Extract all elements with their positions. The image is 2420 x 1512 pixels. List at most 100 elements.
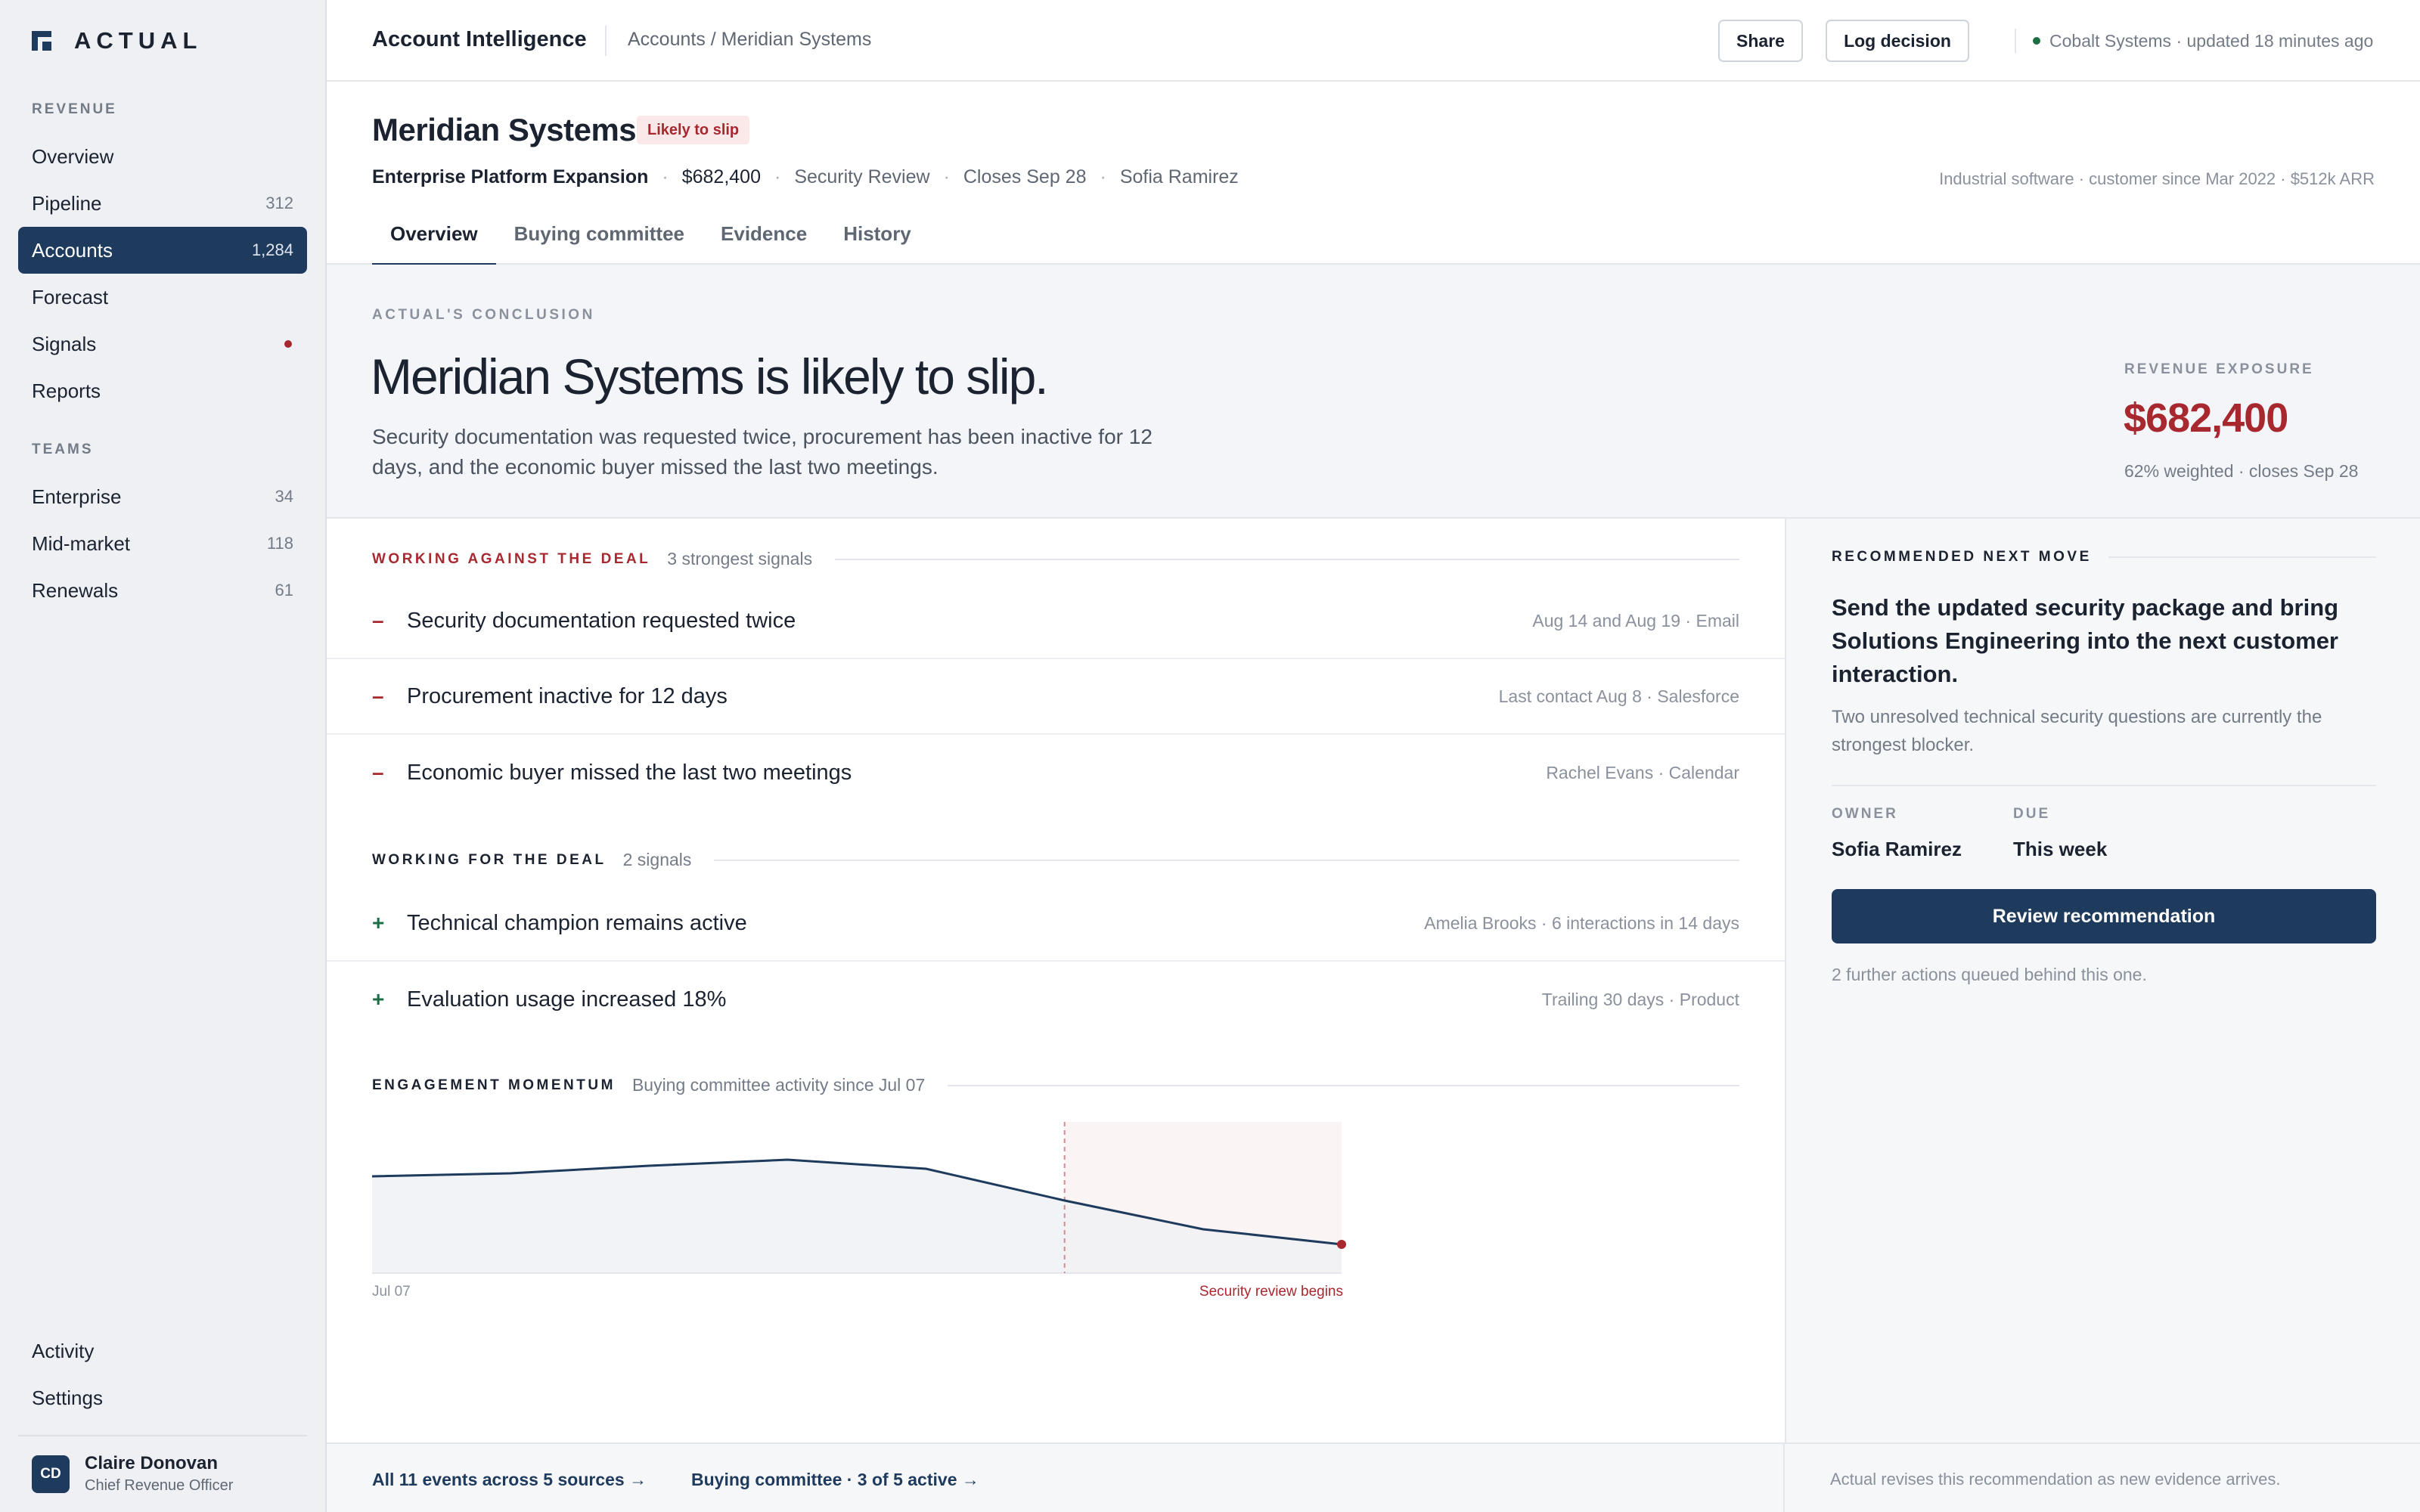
- recommendation-divider: [1832, 785, 2376, 786]
- signal-row[interactable]: + Evaluation usage increased 18% Trailin…: [327, 962, 1785, 1037]
- footer-divider: [1783, 1444, 1785, 1512]
- user-name: Claire Donovan: [85, 1453, 219, 1473]
- signal-text: Evaluation usage increased 18%: [407, 987, 727, 1012]
- recommendation-description: Two unresolved technical security questi…: [1832, 707, 2322, 755]
- owner-value: Sofia Ramirez: [1832, 838, 1962, 860]
- deal-owner: Sofia Ramirez: [1119, 166, 1239, 187]
- breadcrumb[interactable]: Accounts / Meridian Systems: [628, 29, 871, 51]
- engagement-chart: Jul 07 Security review begins: [371, 1122, 1355, 1303]
- sidebar-item-signals[interactable]: Signals: [18, 321, 307, 367]
- exposure-value: $682,400: [2124, 395, 2288, 441]
- footer: All 11 events across 5 sources → Buying …: [327, 1442, 2420, 1512]
- tab-history[interactable]: History: [825, 222, 929, 265]
- due-field: DUE This week: [2013, 806, 2107, 861]
- minus-icon: –: [372, 761, 384, 784]
- for-section-header: WORKING FOR THE DEAL 2 signals: [372, 850, 1739, 870]
- title-divider: [605, 26, 607, 56]
- account-header: Meridian Systems Likely to slip Enterpri…: [327, 82, 2420, 266]
- sidebar-item-overview[interactable]: Overview: [18, 133, 307, 180]
- sidebar-item-activity[interactable]: Activity: [18, 1328, 307, 1374]
- sync-status-text: Cobalt Systems · updated 18 minutes ago: [2049, 30, 2374, 51]
- sidebar-divider: [18, 1435, 307, 1436]
- sidebar-item-label: Overview: [32, 144, 114, 168]
- sidebar-item-label: Renewals: [32, 578, 119, 602]
- all-events-link[interactable]: All 11 events across 5 sources →: [372, 1470, 647, 1490]
- brand-name: ACTUAL: [74, 27, 203, 54]
- recommendation-header: RECOMMENDED NEXT MOVE: [1832, 549, 2376, 565]
- signals-main: WORKING AGAINST THE DEAL 3 strongest sig…: [327, 519, 1785, 1442]
- footer-note: Actual revises this recommendation as ne…: [1830, 1470, 2281, 1489]
- sidebar-item-forecast[interactable]: Forecast: [18, 274, 307, 321]
- signal-row[interactable]: – Security documentation requested twice…: [327, 584, 1785, 659]
- signal-row[interactable]: – Economic buyer missed the last two mee…: [327, 735, 1785, 810]
- momentum-title: ENGAGEMENT MOMENTUM: [372, 1077, 616, 1093]
- against-subtitle: 3 strongest signals: [667, 549, 813, 569]
- sidebar-item-label: Enterprise: [32, 485, 122, 508]
- for-title: WORKING FOR THE DEAL: [372, 851, 607, 868]
- buying-committee-link[interactable]: Buying committee · 3 of 5 active →: [691, 1470, 979, 1490]
- conclusion-panel: ACTUAL'S CONCLUSION Meridian Systems is …: [327, 265, 2420, 519]
- conclusion-eyebrow: ACTUAL'S CONCLUSION: [372, 307, 595, 323]
- signal-source: Last contact Aug 8 · Salesforce: [1498, 686, 1739, 706]
- sync-status: Cobalt Systems · updated 18 minutes ago: [2015, 29, 2373, 53]
- sidebar-item-accounts[interactable]: Accounts 1,284: [18, 227, 307, 274]
- signal-source: Rachel Evans · Calendar: [1546, 762, 1739, 782]
- chart-end-point: [1337, 1240, 1346, 1249]
- sidebar-item-pipeline[interactable]: Pipeline 312: [18, 180, 307, 227]
- deal-name: Enterprise Platform Expansion: [372, 166, 649, 187]
- user-role: Chief Revenue Officer: [85, 1477, 234, 1494]
- chart-event-label: Security review begins: [1199, 1284, 1343, 1300]
- account-tabs: Overview Buying committee Evidence Histo…: [372, 222, 929, 266]
- engagement-chart-svg: [371, 1122, 1346, 1274]
- user-profile[interactable]: CD Claire Donovan Chief Revenue Officer: [32, 1453, 233, 1495]
- momentum-subtitle: Buying committee activity since Jul 07: [631, 1075, 926, 1095]
- sidebar-item-count: 1,284: [251, 240, 293, 259]
- deal-stage: Security Review: [794, 166, 930, 187]
- tab-evidence[interactable]: Evidence: [703, 222, 825, 265]
- brand[interactable]: ACTUAL: [32, 27, 202, 54]
- account-name: Meridian Systems: [372, 112, 637, 147]
- deal-amount: $682,400: [681, 166, 761, 187]
- for-subtitle: 2 signals: [622, 850, 692, 869]
- nav-section-revenue: REVENUE: [32, 101, 117, 117]
- tab-buying-committee[interactable]: Buying committee: [496, 222, 703, 265]
- logo-icon: [32, 31, 51, 51]
- company-info: Industrial software · customer since Mar…: [1939, 169, 2375, 188]
- sidebar-item-label: Forecast: [32, 285, 109, 308]
- sidebar: ACTUAL REVENUE Overview Pipeline 312 Acc…: [0, 0, 327, 1512]
- signal-text: Security documentation requested twice: [407, 608, 796, 633]
- sidebar-item-label: Settings: [32, 1386, 103, 1409]
- against-title: WORKING AGAINST THE DEAL: [372, 550, 651, 567]
- sidebar-item-label: Reports: [32, 379, 101, 402]
- sidebar-item-settings[interactable]: Settings: [18, 1374, 307, 1421]
- topbar: Account Intelligence Accounts / Meridian…: [327, 0, 2420, 82]
- signal-row[interactable]: + Technical champion remains active Amel…: [327, 886, 1785, 962]
- deal-meta: Enterprise Platform Expansion · $682,400…: [372, 166, 1239, 187]
- sidebar-item-label: Accounts: [32, 238, 113, 262]
- momentum-section-header: ENGAGEMENT MOMENTUM Buying committee act…: [372, 1075, 1739, 1095]
- alert-dot-icon: [284, 340, 292, 348]
- queued-actions-note: 2 further actions queued behind this one…: [1832, 965, 2147, 984]
- owner-field: OWNER Sofia Ramirez: [1832, 806, 1962, 861]
- signal-source: Aug 14 and Aug 19 · Email: [1532, 610, 1739, 631]
- recommendation-eyebrow: RECOMMENDED NEXT MOVE: [1832, 549, 2092, 565]
- sidebar-item-label: Signals: [32, 332, 97, 355]
- sidebar-item-count: 61: [275, 581, 293, 600]
- sidebar-item-label: Pipeline: [32, 191, 102, 215]
- nav-section-teams: TEAMS: [32, 442, 94, 457]
- log-decision-button[interactable]: Log decision: [1826, 20, 1969, 62]
- sidebar-item-reports[interactable]: Reports: [18, 367, 307, 414]
- chart-x-start-label: Jul 07: [372, 1284, 411, 1300]
- sidebar-item-enterprise[interactable]: Enterprise 34: [18, 473, 307, 520]
- recommendation-title: Send the updated security package and br…: [1832, 594, 2339, 687]
- share-button[interactable]: Share: [1718, 20, 1803, 62]
- due-label: DUE: [2013, 806, 2051, 822]
- sidebar-item-label: Activity: [32, 1339, 95, 1362]
- tab-overview[interactable]: Overview: [372, 222, 496, 266]
- sidebar-item-mid-market[interactable]: Mid-market 118: [18, 520, 307, 567]
- review-recommendation-button[interactable]: Review recommendation: [1832, 889, 2376, 943]
- signal-source: Amelia Brooks · 6 interactions in 14 day…: [1424, 912, 1739, 933]
- status-divider: [2015, 29, 2016, 53]
- signal-row[interactable]: – Procurement inactive for 12 days Last …: [327, 659, 1785, 735]
- sidebar-item-renewals[interactable]: Renewals 61: [18, 567, 307, 614]
